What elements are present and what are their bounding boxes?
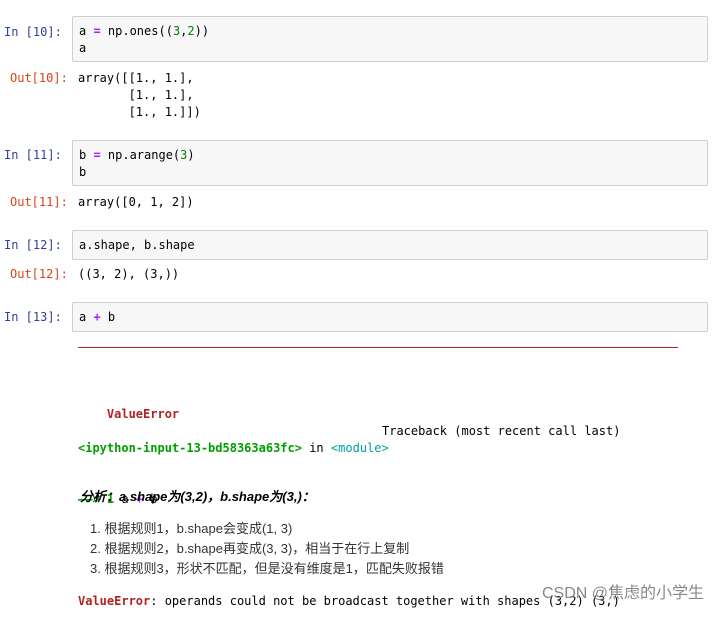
cell-output: array([[1., 1.], [1., 1.], [1., 1.]]) bbox=[78, 70, 201, 121]
error-message-prefix: ValueError bbox=[78, 594, 151, 608]
list-item: 1. 根据规则1，b.shape会变成(1, 3) bbox=[90, 521, 293, 536]
code-line: b = np.arange(3) bbox=[79, 148, 195, 162]
list-item: 3. 根据规则3，形状不匹配，但是没有维度是1，匹配失败报错 bbox=[90, 561, 444, 576]
output-line: [1., 1.]]) bbox=[78, 105, 201, 119]
traceback-header: Traceback (most recent call last) bbox=[382, 424, 621, 438]
out-prompt: Out[10]: bbox=[10, 71, 68, 85]
code-line: a + b bbox=[79, 310, 116, 324]
list-item: 2. 根据规则2，b.shape再变成(3, 3)，相当于在行上复制 bbox=[90, 541, 410, 556]
traceback-in-word: in bbox=[309, 441, 324, 455]
cell-output: array([0, 1, 2]) bbox=[78, 195, 194, 209]
out-prompt: Out[12]: bbox=[10, 267, 68, 281]
out-prompt: Out[11]: bbox=[10, 195, 68, 209]
in-prompt: In [13]: bbox=[4, 310, 62, 324]
error-separator bbox=[78, 347, 678, 348]
traceback-input-link[interactable]: <ipython-input-13-bd58363a63fc> bbox=[78, 441, 302, 455]
code-line: b bbox=[79, 165, 87, 179]
watermark: CSDN @焦虑的小学生 bbox=[541, 585, 704, 602]
code-line: a = np.ones((3,2)) bbox=[79, 24, 210, 38]
in-prompt: In [12]: bbox=[4, 238, 62, 252]
in-prompt: In [11]: bbox=[4, 148, 62, 162]
code-input[interactable]: a = np.ones((3,2)) a bbox=[72, 16, 708, 62]
code-line: a bbox=[79, 41, 87, 55]
code-input[interactable]: a.shape, b.shape bbox=[72, 230, 708, 260]
error-name: ValueError bbox=[106, 407, 180, 421]
analysis-title: 分析：a.shape为(3,2)，b.shape为(3,)： bbox=[80, 489, 315, 504]
code-input[interactable]: a + b bbox=[72, 302, 708, 332]
analysis-list: 1. 根据规则1，b.shape会变成(1, 3) 2. 根据规则2，b.sha… bbox=[90, 519, 444, 579]
in-prompt: In [10]: bbox=[4, 25, 62, 39]
output-line: array([[1., 1.], bbox=[78, 71, 194, 85]
output-line: [1., 1.], bbox=[78, 88, 194, 102]
traceback-module: <module> bbox=[330, 441, 389, 455]
cell-output: ((3, 2), (3,)) bbox=[78, 267, 180, 281]
code-line: a.shape, b.shape bbox=[79, 238, 195, 252]
code-input[interactable]: b = np.arange(3) b bbox=[72, 140, 708, 186]
